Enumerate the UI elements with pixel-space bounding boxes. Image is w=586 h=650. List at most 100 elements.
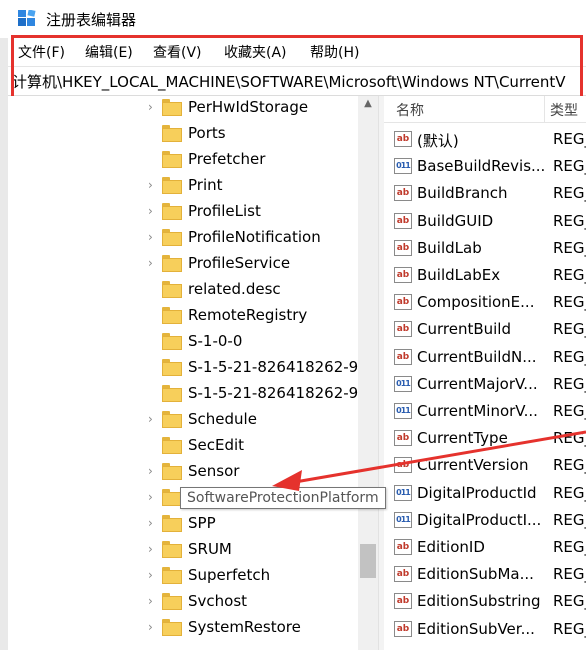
chevron-right-icon[interactable]: › (148, 569, 160, 581)
tree-item-label: S-1-0-0 (188, 332, 243, 350)
value-name: BuildLabEx (417, 266, 501, 284)
value-row[interactable]: 011 BaseBuildRevis... REG_ (384, 153, 586, 180)
chevron-right-icon[interactable]: › (148, 101, 160, 113)
chevron-right-icon[interactable]: › (148, 179, 160, 191)
value-name: CurrentBuildN... (417, 347, 537, 366)
tree-item[interactable]: SecEdit (8, 433, 378, 459)
tree-item-label: PerHwIdStorage (188, 98, 309, 116)
value-name: BuildBranch (417, 184, 508, 203)
chevron-right-icon[interactable]: › (148, 231, 160, 243)
value-type: REG_ (553, 402, 586, 420)
tree-item[interactable]: › Svchost (8, 589, 378, 615)
scroll-thumb[interactable] (360, 544, 376, 578)
chevron-right-icon[interactable]: › (148, 465, 160, 477)
tree-item[interactable]: Prefetcher (8, 147, 378, 173)
value-type: REG_ (553, 565, 586, 584)
chevron-right-icon[interactable]: › (148, 595, 160, 607)
address-path[interactable]: 计算机\HKEY_LOCAL_MACHINE\SOFTWARE\Microsof… (12, 71, 566, 92)
value-name: CurrentMajorV... (417, 374, 538, 393)
chevron-right-icon[interactable]: › (148, 543, 160, 555)
value-row[interactable]: ab CurrentType REG_ (384, 425, 586, 452)
tree-item[interactable]: › ProfileService (8, 251, 378, 277)
folder-icon (162, 593, 182, 610)
chevron-right-icon[interactable]: › (148, 257, 160, 269)
value-type: REG_ (553, 483, 586, 502)
binary-value-icon: 011 (394, 403, 412, 419)
menu-view[interactable]: 查看(V) (153, 42, 202, 62)
value-row[interactable]: ab CompositionE... REG_ (384, 289, 586, 316)
tree-item[interactable]: › SRUM (8, 537, 378, 563)
value-row[interactable]: ab EditionSubMa... REG_ (384, 561, 586, 588)
value-type: REG_ (553, 592, 586, 611)
tree-item-label: Sensor (188, 462, 240, 480)
value-list: 名称 类型 ab (默认) REG_ 011 BaseBuildRevis... REG_… (384, 96, 586, 650)
list-header: 名称 类型 (384, 96, 586, 123)
column-name[interactable]: 名称 (396, 100, 424, 120)
tree-scrollbar[interactable]: ▲ (358, 96, 378, 650)
tree-item[interactable]: › Schedule (8, 407, 378, 433)
scroll-up-icon[interactable]: ▲ (358, 96, 378, 112)
value-type: REG_ (553, 510, 586, 529)
value-row[interactable]: 011 CurrentMinorV... REG_ (384, 398, 586, 425)
menu-favorites[interactable]: 收藏夹(A) (224, 42, 287, 62)
tree-item[interactable]: › Superfetch (8, 563, 378, 589)
tree-item[interactable]: S-1-5-21-826418262-9 (8, 355, 378, 381)
value-row[interactable]: 011 DigitalProductI... REG_ (384, 507, 586, 534)
chevron-right-icon[interactable]: › (148, 491, 160, 503)
folder-icon (162, 177, 182, 194)
value-row[interactable]: ab CurrentBuild REG_ (384, 316, 586, 343)
string-value-icon: ab (394, 566, 412, 583)
value-row[interactable]: ab CurrentBuildN... REG_ (384, 344, 586, 371)
tree-item[interactable]: S-1-0-0 (8, 329, 378, 355)
chevron-right-icon[interactable]: › (148, 413, 160, 425)
value-row[interactable]: ab BuildGUID REG_ (384, 208, 586, 235)
string-value-icon: ab (394, 593, 412, 610)
tree-item[interactable]: S-1-5-21-826418262-9 (8, 381, 378, 407)
column-divider[interactable] (544, 96, 545, 122)
background-window-edge (0, 38, 8, 650)
chevron-right-icon[interactable]: › (148, 205, 160, 217)
tree-item[interactable]: › ProfileList (8, 199, 378, 225)
menu-file[interactable]: 文件(F) (18, 42, 65, 62)
value-row[interactable]: ab EditionSubVer... REG_ (384, 616, 586, 643)
string-value-icon: ab (394, 321, 412, 338)
value-name: CurrentBuild (417, 320, 511, 339)
tree-item[interactable]: › SystemRestore (8, 615, 378, 641)
menu-bar: 文件(F) 编辑(E) 查看(V) 收藏夹(A) 帮助(H) (8, 38, 586, 66)
tree-item-label: ProfileList (188, 202, 261, 220)
string-value-icon: ab (394, 239, 412, 256)
tree-item[interactable]: › Sensor (8, 459, 378, 485)
tree-item[interactable]: › SPP (8, 511, 378, 537)
menu-help[interactable]: 帮助(H) (310, 42, 359, 62)
folder-icon (162, 489, 182, 506)
tree-item-label: RemoteRegistry (188, 306, 308, 324)
tree-item[interactable]: › ProfileNotification (8, 225, 378, 251)
value-row[interactable]: ab EditionID REG_ (384, 534, 586, 561)
tree-item[interactable]: › Print (8, 173, 378, 199)
menu-edit[interactable]: 编辑(E) (85, 42, 133, 62)
value-type: REG_ (553, 157, 586, 176)
value-row[interactable]: ab BuildLab REG_ (384, 235, 586, 262)
value-row[interactable]: ab BuildLabEx REG_ (384, 262, 586, 289)
tree-item[interactable]: Ports (8, 121, 378, 147)
value-row[interactable]: ab (默认) REG_ (384, 126, 586, 153)
chevron-right-icon[interactable]: › (148, 517, 160, 529)
chevron-right-icon[interactable]: › (148, 621, 160, 633)
tree-item[interactable]: related.desc (8, 277, 378, 303)
address-bar[interactable]: 计算机\HKEY_LOCAL_MACHINE\SOFTWARE\Microsof… (8, 66, 586, 96)
tree-item[interactable]: › PerHwIdStorage (8, 96, 378, 121)
value-name: CurrentType (417, 429, 508, 448)
value-name: BuildLab (417, 238, 482, 257)
value-row[interactable]: 011 CurrentMajorV... REG_ (384, 371, 586, 398)
value-name: EditionSubstring (417, 592, 541, 611)
value-name: BaseBuildRevis... (417, 157, 545, 176)
string-value-icon: ab (394, 539, 412, 555)
value-row[interactable]: ab BuildBranch REG_ (384, 180, 586, 207)
value-row[interactable]: ab EditionSubstring REG_ (384, 588, 586, 615)
value-row[interactable]: 011 DigitalProductId REG_ (384, 480, 586, 507)
value-row[interactable]: ab CurrentVersion REG_ (384, 452, 586, 479)
folder-icon (162, 151, 182, 168)
folder-icon (162, 255, 182, 272)
tree-item[interactable]: RemoteRegistry (8, 303, 378, 329)
column-type[interactable]: 类型 (550, 100, 578, 120)
